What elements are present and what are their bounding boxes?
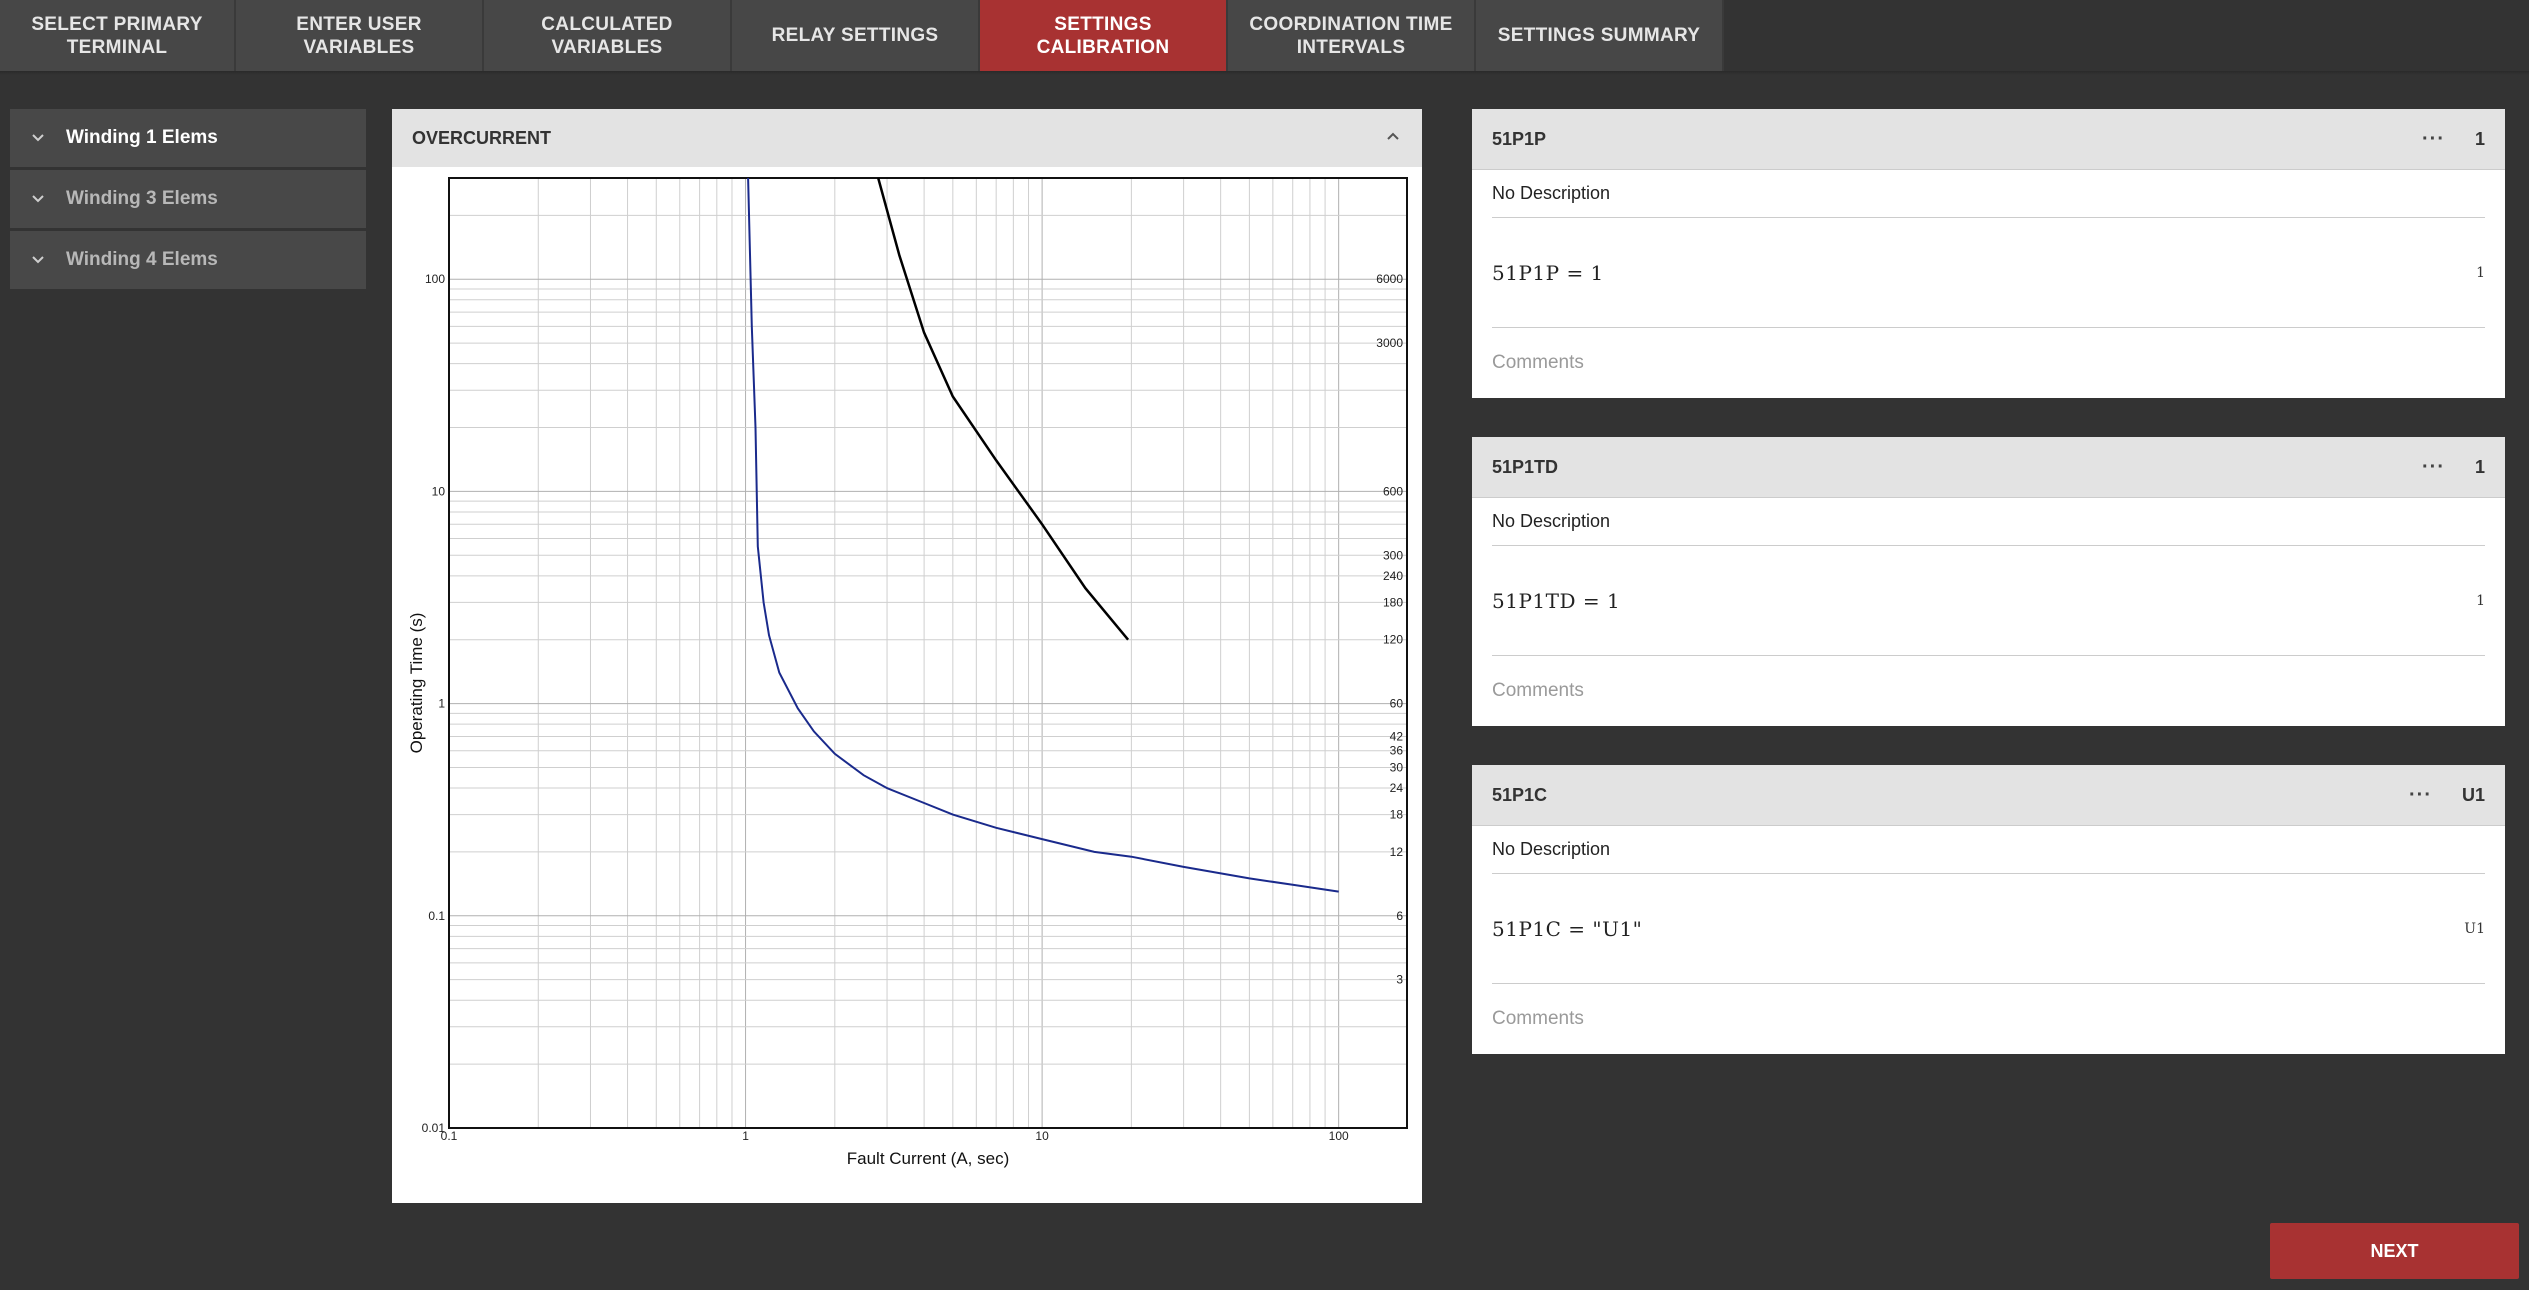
panel-title: OVERCURRENT xyxy=(412,127,552,148)
setting-expression-value: U1 xyxy=(2464,920,2485,937)
tcc-chart: 0.1 1 10 1000.010.1110100361218243036426012… xyxy=(407,177,1408,1168)
comments-field[interactable]: Comments xyxy=(1472,984,2505,1054)
y-axis-label: Operating Time (s) xyxy=(407,613,426,754)
chevron-down-icon xyxy=(10,129,66,147)
x-tick-label: 1 xyxy=(742,1129,749,1143)
setting-name: 51P1TD xyxy=(1492,456,1559,477)
y-right-tick-label: 36 xyxy=(1390,744,1404,758)
x-tick-label: 10 xyxy=(1035,1129,1049,1143)
setting-value: U1 xyxy=(2461,784,2485,805)
setting-name: 51P1P xyxy=(1492,128,1547,149)
y-right-tick-label: 600 xyxy=(1383,484,1403,498)
y-right-tick-label: 300 xyxy=(1383,548,1403,562)
setting-description: No Description xyxy=(1492,170,2485,218)
overcurrent-panel-header[interactable]: OVERCURRENT xyxy=(392,109,1422,167)
setting-description: No Description xyxy=(1492,826,2485,874)
setting-expression-row: 51P1TD = 1 1 xyxy=(1492,546,2485,656)
setting-card-51p1td: 51P1TD ··· 1 No Description 51P1TD = 1 1… xyxy=(1472,437,2505,726)
setting-description: No Description xyxy=(1492,498,2485,546)
y-right-tick-label: 180 xyxy=(1383,595,1403,609)
overcurrent-panel: OVERCURRENT 0.1 1 10 100 0.01 0.1 1 10 100 3 6 12 18… xyxy=(392,109,1422,1203)
y-tick-label: 0.1 xyxy=(428,909,445,923)
setting-expression: 51P1P = 1 xyxy=(1492,260,1604,285)
chevron-down-icon xyxy=(10,190,66,208)
tab-settings-calibration[interactable]: SETTINGS CALIBRATION xyxy=(980,0,1228,71)
y-tick-label: 0.01 xyxy=(422,1121,446,1135)
more-options-icon[interactable]: ··· xyxy=(2422,128,2445,151)
y-right-tick-label: 120 xyxy=(1383,633,1403,647)
setting-value: 1 xyxy=(2474,128,2485,149)
tab-settings-summary[interactable]: SETTINGS SUMMARY xyxy=(1476,0,1724,71)
sidebar-item-winding-3[interactable]: Winding 3 Elems xyxy=(10,170,366,228)
setting-expression-value: 1 xyxy=(2476,592,2485,609)
setting-value: 1 xyxy=(2474,456,2485,477)
y-tick-label: 100 xyxy=(425,272,445,286)
y-right-tick-label: 30 xyxy=(1390,760,1404,774)
setting-name: 51P1C xyxy=(1492,784,1548,805)
chevron-up-icon[interactable] xyxy=(1384,127,1402,150)
card-header[interactable]: 51P1TD ··· 1 xyxy=(1472,437,2505,498)
y-right-tick-label: 24 xyxy=(1390,781,1404,795)
y-right-tick-label: 3000 xyxy=(1376,336,1403,350)
card-header[interactable]: 51P1P ··· 1 xyxy=(1472,109,2505,170)
chevron-down-icon xyxy=(10,251,66,269)
setting-card-51p1c: 51P1C ··· U1 No Description 51P1C = "U1"… xyxy=(1472,765,2505,1054)
y-right-tick-label: 6000 xyxy=(1376,272,1403,286)
tab-select-primary-terminal[interactable]: SELECT PRIMARY TERMINAL xyxy=(0,0,236,71)
y-right-tick-label: 6 xyxy=(1396,909,1403,923)
sidebar-item-winding-1[interactable]: Winding 1 Elems xyxy=(10,109,366,167)
y-right-tick-label: 42 xyxy=(1390,729,1404,743)
y-right-tick-label: 240 xyxy=(1383,569,1403,583)
card-header[interactable]: 51P1C ··· U1 xyxy=(1472,765,2505,826)
setting-expression-value: 1 xyxy=(2476,264,2485,281)
more-options-icon[interactable]: ··· xyxy=(2409,784,2432,807)
comments-field[interactable]: Comments xyxy=(1472,656,2505,726)
setting-expression: 51P1C = "U1" xyxy=(1492,916,1643,941)
y-right-tick-label: 60 xyxy=(1390,697,1404,711)
x-tick-label: 100 xyxy=(1329,1129,1349,1143)
comments-field[interactable]: Comments xyxy=(1472,328,2505,398)
sidebar: Winding 1 Elems Winding 3 Elems Winding … xyxy=(10,109,366,292)
setting-expression-row: 51P1C = "U1" U1 xyxy=(1492,874,2485,984)
y-tick-label: 1 xyxy=(438,697,445,711)
next-button[interactable]: NEXT xyxy=(2270,1223,2519,1279)
sidebar-item-label: Winding 4 Elems xyxy=(66,249,218,270)
tab-coordination-time-intervals[interactable]: COORDINATION TIME INTERVALS xyxy=(1228,0,1476,71)
y-right-tick-label: 12 xyxy=(1390,845,1404,859)
tab-relay-settings[interactable]: RELAY SETTINGS xyxy=(732,0,980,71)
sidebar-item-label: Winding 1 Elems xyxy=(66,127,218,148)
plot-area xyxy=(449,178,1407,1128)
sidebar-item-winding-4[interactable]: Winding 4 Elems xyxy=(10,231,366,289)
y-right-tick-label: 18 xyxy=(1390,808,1404,822)
more-options-icon[interactable]: ··· xyxy=(2422,456,2445,479)
x-axis-label: Fault Current (A, sec) xyxy=(847,1149,1010,1168)
y-tick-label: 10 xyxy=(432,484,446,498)
tab-enter-user-variables[interactable]: ENTER USER VARIABLES xyxy=(236,0,484,71)
tabs-divider xyxy=(0,71,2529,75)
setting-expression: 51P1TD = 1 xyxy=(1492,588,1621,613)
sidebar-item-label: Winding 3 Elems xyxy=(66,188,218,209)
setting-card-51p1p: 51P1P ··· 1 No Description 51P1P = 1 1 C… xyxy=(1472,109,2505,398)
step-tabs: SELECT PRIMARY TERMINAL ENTER USER VARIA… xyxy=(0,0,1724,71)
setting-expression-row: 51P1P = 1 1 xyxy=(1492,218,2485,328)
tab-calculated-variables[interactable]: CALCULATED VARIABLES xyxy=(484,0,732,71)
y-right-tick-label: 3 xyxy=(1396,973,1403,987)
